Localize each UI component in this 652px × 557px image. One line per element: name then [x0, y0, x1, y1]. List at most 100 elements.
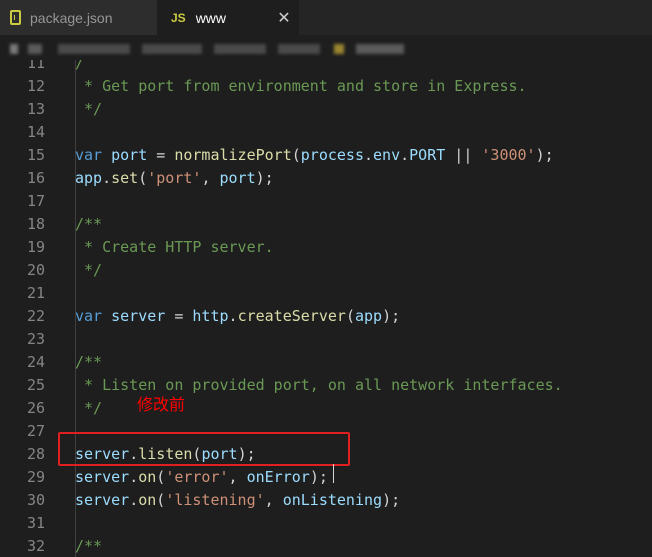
code-token: /** — [75, 215, 103, 233]
code-token: , — [201, 169, 220, 187]
line-number: 16 — [26, 169, 45, 187]
code-token: on — [138, 468, 157, 486]
code-line[interactable]: 20 */ — [0, 259, 652, 282]
code-token: app — [354, 307, 383, 325]
tab-package-json[interactable]: package.json — [0, 0, 157, 35]
line-number: 17 — [26, 192, 45, 210]
code-token: */ — [75, 399, 103, 417]
tab-bar-empty-area — [299, 0, 652, 35]
line-number: 25 — [26, 376, 45, 394]
code-line[interactable]: 17 — [0, 190, 652, 213]
code-line[interactable]: 19 * Create HTTP server. — [0, 236, 652, 259]
line-number: 26 — [26, 399, 45, 417]
code-line[interactable]: 14 — [0, 121, 652, 144]
code-token: on — [138, 491, 157, 509]
code-token: . — [364, 146, 374, 164]
code-token: onListening — [282, 491, 383, 509]
breadcrumb-blur — [356, 44, 404, 54]
code-token: ( — [291, 146, 301, 164]
code-line[interactable]: 16 app.set('port', port); — [0, 167, 652, 190]
line-code: server.on('error', onError); — [75, 466, 328, 489]
code-token: * Get port from environment and store in… — [75, 77, 527, 95]
code-token: */ — [75, 100, 103, 118]
code-line[interactable]: 25 * Listen on provided port, on all net… — [0, 374, 652, 397]
code-token: var — [75, 146, 103, 164]
line-code: */ — [75, 397, 102, 420]
line-number: 13 — [26, 100, 45, 118]
breadcrumb-blur — [58, 44, 130, 54]
breadcrumb[interactable] — [0, 35, 652, 60]
code-token: normalizePort — [174, 146, 292, 164]
breadcrumb-blur — [278, 44, 320, 54]
code-token: '3000' — [481, 146, 536, 164]
line-code: var port = normalizePort(process.env.POR… — [75, 144, 554, 167]
code-line[interactable]: 12 * Get port from environment and store… — [0, 75, 652, 98]
code-token: ( — [156, 468, 166, 486]
code-editor[interactable]: 11 / 12 * Get port from environment and st… — [0, 60, 652, 557]
line-number: 24 — [26, 353, 45, 371]
line-number: 27 — [26, 422, 45, 440]
highlight-box — [58, 432, 350, 466]
breadcrumb-blur — [214, 44, 266, 54]
code-token: . — [129, 491, 139, 509]
javascript-file-icon: JS — [171, 10, 186, 25]
code-line[interactable]: 32 /** — [0, 535, 652, 557]
line-code: var server = http.createServer(app); — [75, 305, 400, 328]
code-line[interactable]: 21 — [0, 282, 652, 305]
code-token: app — [75, 169, 103, 187]
line-number: 30 — [26, 491, 45, 509]
line-code: /** — [75, 213, 102, 236]
line-number: 18 — [26, 215, 45, 233]
code-line[interactable]: 24 /** — [0, 351, 652, 374]
code-token: ); — [382, 307, 401, 325]
line-number: 31 — [26, 514, 45, 532]
editor-tab-bar: package.json JS www ✕ — [0, 0, 652, 35]
code-line[interactable]: 22 var server = http.createServer(app); — [0, 305, 652, 328]
code-token: ( — [156, 491, 166, 509]
line-number: 12 — [26, 77, 45, 95]
tab-label: package.json — [30, 9, 113, 26]
code-token: ); — [309, 468, 328, 486]
line-code: */ — [75, 98, 102, 121]
code-line[interactable]: 26 */ — [0, 397, 652, 420]
annotation-label: 修改前 — [137, 395, 186, 414]
code-token: http — [192, 307, 229, 325]
code-line[interactable]: 13 */ — [0, 98, 652, 121]
code-token: /** — [75, 537, 103, 555]
breadcrumb-blur — [28, 44, 42, 54]
code-line[interactable]: 29 server.on('error', onError); — [0, 466, 652, 489]
code-token: 'listening' — [165, 491, 265, 509]
code-token: set — [111, 169, 139, 187]
code-line[interactable]: 30 server.on('listening', onListening); — [0, 489, 652, 512]
code-line[interactable]: 18 /** — [0, 213, 652, 236]
code-token: var — [75, 307, 103, 325]
code-line[interactable]: 15 var port = normalizePort(process.env.P… — [0, 144, 652, 167]
breadcrumb-blur — [10, 44, 18, 54]
code-token: . — [102, 169, 112, 187]
code-token: . — [129, 468, 139, 486]
line-number: 14 — [26, 123, 45, 141]
tab-www[interactable]: JS www ✕ — [157, 0, 299, 35]
code-token: / — [75, 60, 85, 72]
code-line[interactable]: 23 — [0, 328, 652, 351]
code-line[interactable]: 31 — [0, 512, 652, 535]
code-token: , — [228, 468, 247, 486]
code-token: = — [147, 146, 175, 164]
close-icon[interactable]: ✕ — [269, 8, 299, 28]
text-cursor — [333, 464, 334, 483]
breadcrumb-blur — [334, 44, 344, 54]
code-token: ); — [382, 491, 401, 509]
code-token: * Create HTTP server. — [75, 238, 274, 256]
code-token: /** — [75, 353, 103, 371]
code-token: port — [111, 146, 148, 164]
code-token: ); — [255, 169, 274, 187]
code-token: onError — [246, 468, 310, 486]
line-number: 11 — [26, 60, 45, 72]
code-token: */ — [75, 261, 103, 279]
code-line[interactable]: 11 / — [0, 60, 652, 75]
code-token: process — [300, 146, 364, 164]
code-token: . — [400, 146, 410, 164]
line-number: 32 — [26, 537, 45, 555]
